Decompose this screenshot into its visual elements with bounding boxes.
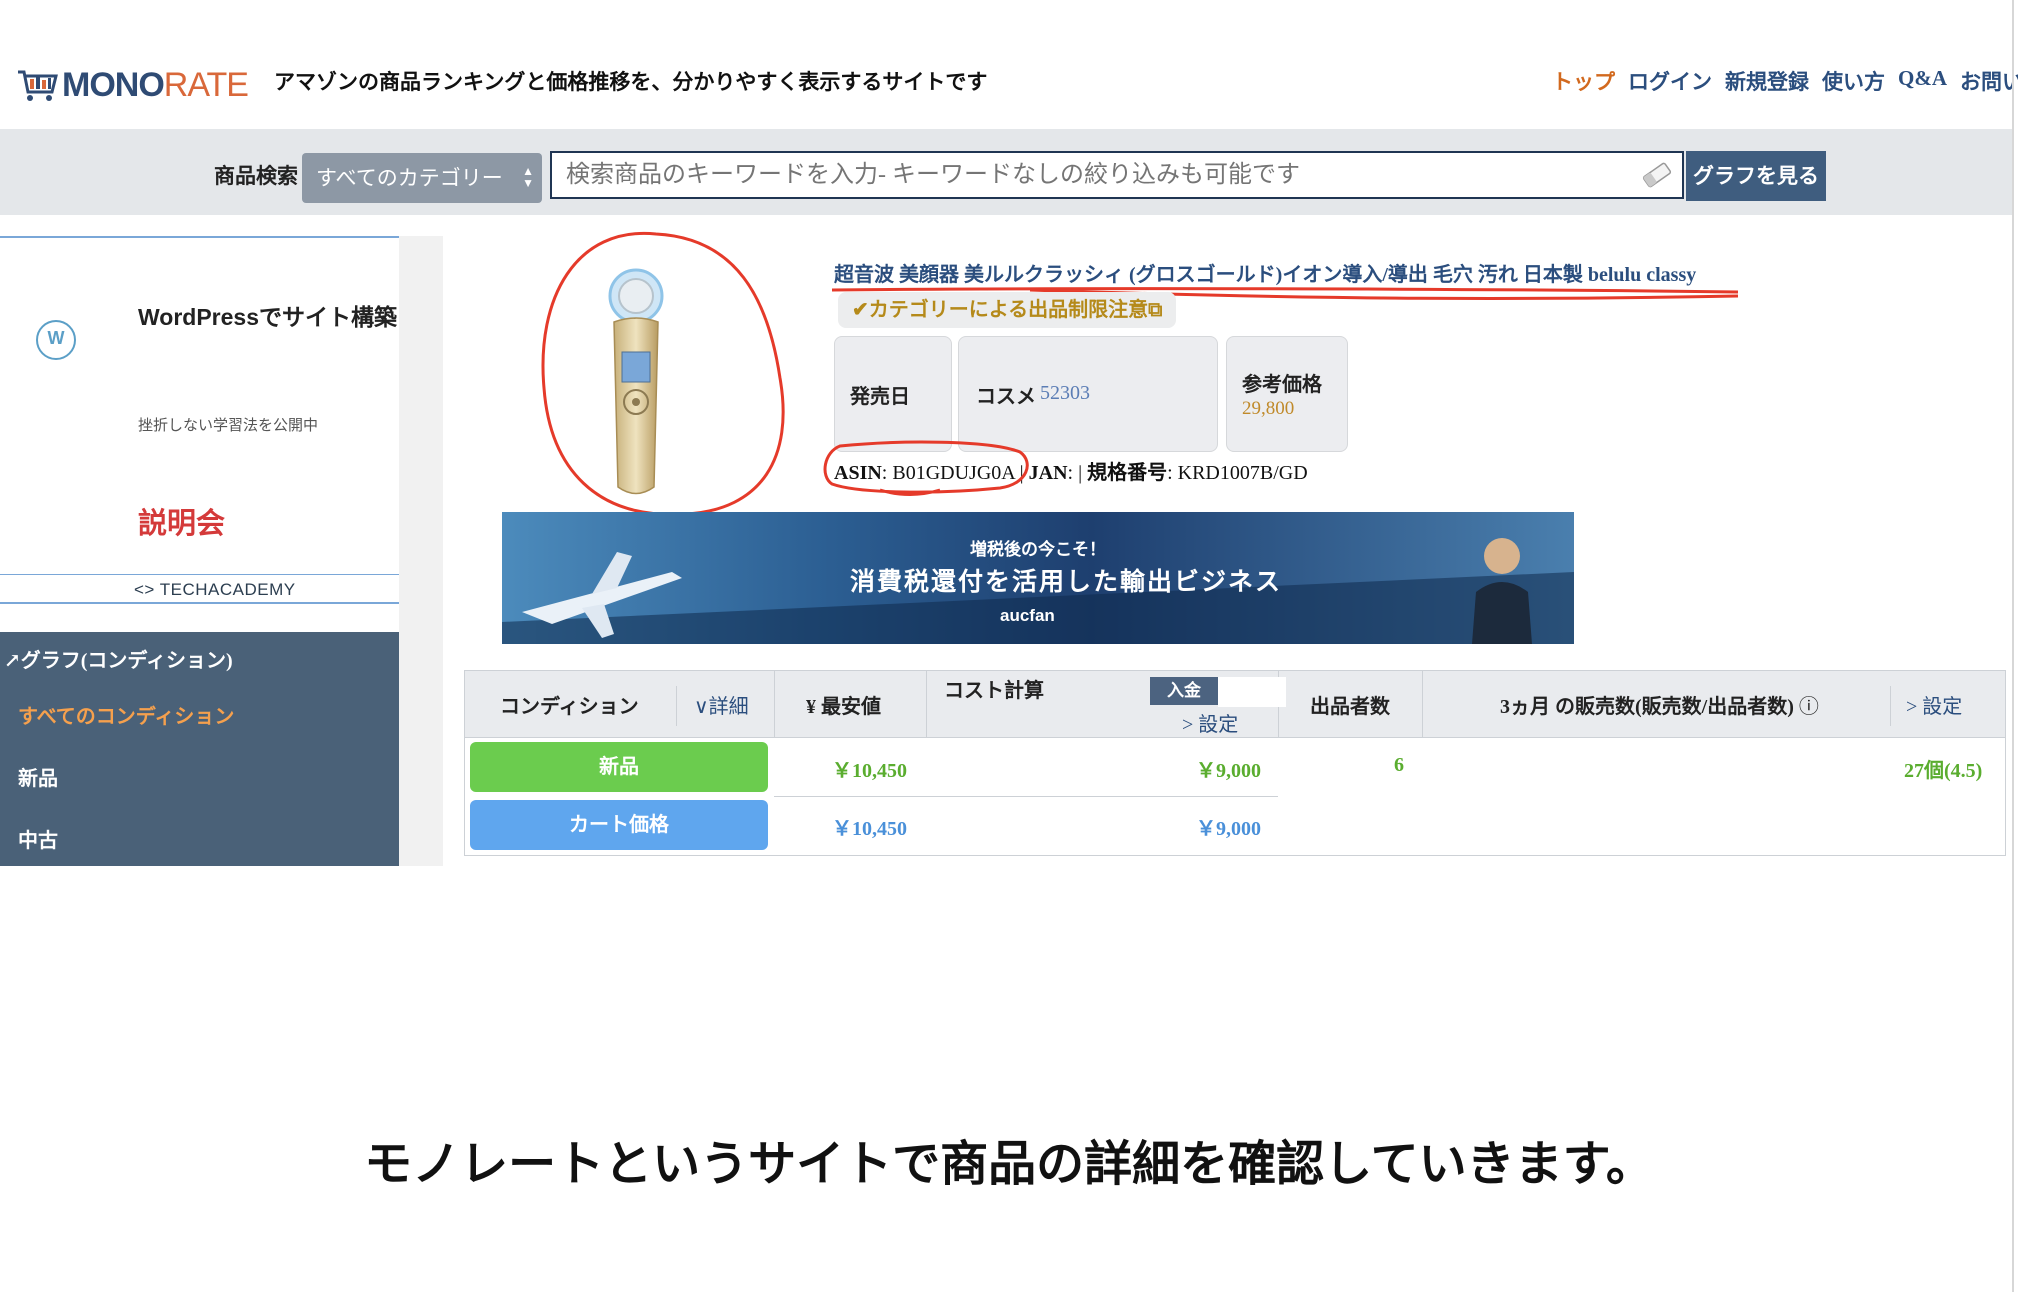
- col-divider: [1890, 686, 1891, 726]
- annotation-circle-image: [541, 231, 785, 516]
- window-edge: [2012, 0, 2014, 1292]
- th-detail-toggle[interactable]: ∨詳細: [694, 690, 749, 719]
- site-logo[interactable]: MONO RATE: [16, 62, 249, 108]
- ad-title: WordPressでサイト構築: [138, 304, 398, 330]
- help-icon[interactable]: ⓘ: [1799, 696, 1819, 718]
- site-tagline: アマゾンの商品ランキングと価格推移を、分かりやすく表示するサイトです: [274, 70, 988, 94]
- restriction-text: ✔カテゴリーによる出品制限注意: [852, 299, 1149, 321]
- logo-text-mono: MONO: [62, 65, 165, 104]
- category-select-value: すべてのカテゴリー: [316, 166, 503, 190]
- model-value: KRD1007B/GD: [1177, 462, 1308, 484]
- th-sales-text: 3ヵ月 の販売数(販売数/出品者数): [1500, 696, 1794, 718]
- nav-qa[interactable]: Q&A: [1898, 66, 1947, 96]
- condition-panel-title: ↗グラフ(コンディション): [4, 644, 233, 673]
- deposit-input[interactable]: [1218, 677, 1286, 707]
- banner-brand: aucfan: [1000, 606, 1055, 625]
- category-label: コスメ: [976, 386, 1036, 408]
- category-rank-link[interactable]: 52303: [1040, 382, 1090, 405]
- nav-howto[interactable]: 使い方: [1822, 66, 1885, 96]
- col-divider: [676, 686, 677, 726]
- logo-text-rate: RATE: [163, 65, 249, 104]
- reference-price-value: 29,800: [1242, 398, 1295, 419]
- condition-new-button[interactable]: 新品: [470, 742, 768, 792]
- model-label: 規格番号: [1087, 462, 1168, 484]
- external-link-icon: ⧉: [1148, 299, 1163, 321]
- condition-item-all[interactable]: すべてのコンディション: [18, 700, 234, 729]
- product-title-link[interactable]: 超音波 美顔器 美ルルクラッシィ (グロスゴールド)イオン導入/導出 毛穴 汚れ…: [834, 258, 1696, 287]
- category-select[interactable]: すべてのカテゴリー ▲ ▼: [302, 153, 542, 203]
- th-lowest-price: ¥ 最安値: [806, 696, 881, 718]
- nav-top[interactable]: トップ: [1552, 66, 1615, 96]
- th-condition: コンディション: [500, 696, 639, 718]
- gutter: [399, 236, 443, 866]
- ad-brand: <> TECHACADEMY: [134, 580, 296, 599]
- th-sales-3months: 3ヵ月 の販売数(販売数/出品者数) ⓘ: [1500, 690, 1819, 719]
- new-seller-count: 6: [1394, 754, 1404, 776]
- th-cost-calc: コスト計算: [944, 680, 1044, 702]
- cart-price-button[interactable]: カート価格: [470, 800, 768, 850]
- annotation-circle-asin: [823, 440, 1029, 496]
- jan-label: JAN: [1028, 462, 1068, 484]
- new-lowest-price: ￥10,450: [832, 760, 907, 782]
- slide-caption: モノレートというサイトで商品の詳細を確認していきます。: [364, 1138, 1654, 1191]
- nav-contact[interactable]: お問い合: [1960, 66, 2018, 96]
- search-input[interactable]: [550, 151, 1684, 199]
- ad-divider: [0, 574, 425, 575]
- cart-cost-price: ￥9,000: [1196, 818, 1261, 840]
- reference-price-label: 参考価格: [1242, 374, 1322, 396]
- new-sales-count: 27個(4.5): [1904, 760, 1983, 782]
- nav-login[interactable]: ログイン: [1628, 66, 1712, 96]
- banner-headline: 増税後の今こそ！: [970, 540, 1106, 559]
- restriction-warning-link[interactable]: ✔カテゴリーによる出品制限注意⧉: [838, 292, 1177, 328]
- condition-title-text: グラフ(コンディション): [20, 650, 233, 672]
- search-label: 商品検索: [214, 164, 298, 188]
- cart-lowest-price: ￥10,450: [832, 818, 907, 840]
- ad-cta[interactable]: 説明会: [138, 500, 225, 542]
- th-sellers: 出品者数: [1310, 696, 1390, 718]
- businessman-figure: [1472, 538, 1532, 644]
- view-graph-button[interactable]: グラフを見る: [1686, 151, 1826, 201]
- banner-title: 消費税還付を活用した輸出ビジネス: [850, 569, 1283, 596]
- wordpress-icon: [36, 320, 76, 360]
- cart-icon: [18, 70, 58, 101]
- condition-item-used[interactable]: 中古: [18, 824, 58, 853]
- deposit-label: 入金: [1150, 677, 1218, 705]
- clear-eraser-icon[interactable]: [1640, 160, 1674, 190]
- row-divider: [774, 796, 1278, 797]
- condition-item-new[interactable]: 新品: [18, 762, 58, 791]
- nav-register[interactable]: 新規登録: [1725, 66, 1809, 96]
- release-date-label: 発売日: [850, 386, 910, 408]
- sales-setting-link[interactable]: > 設定: [1906, 690, 1962, 719]
- new-cost-price: ￥9,000: [1196, 760, 1261, 782]
- top-nav: トップ ログイン 新規登録 使い方 Q&A お問い合: [1552, 66, 2018, 96]
- select-arrows-icon: ▲ ▼: [522, 164, 534, 190]
- ad-subtitle: 挫折しない学習法を公開中: [138, 417, 319, 434]
- cost-setting-link[interactable]: > 設定: [1182, 708, 1238, 737]
- chart-icon: ↗: [4, 650, 21, 672]
